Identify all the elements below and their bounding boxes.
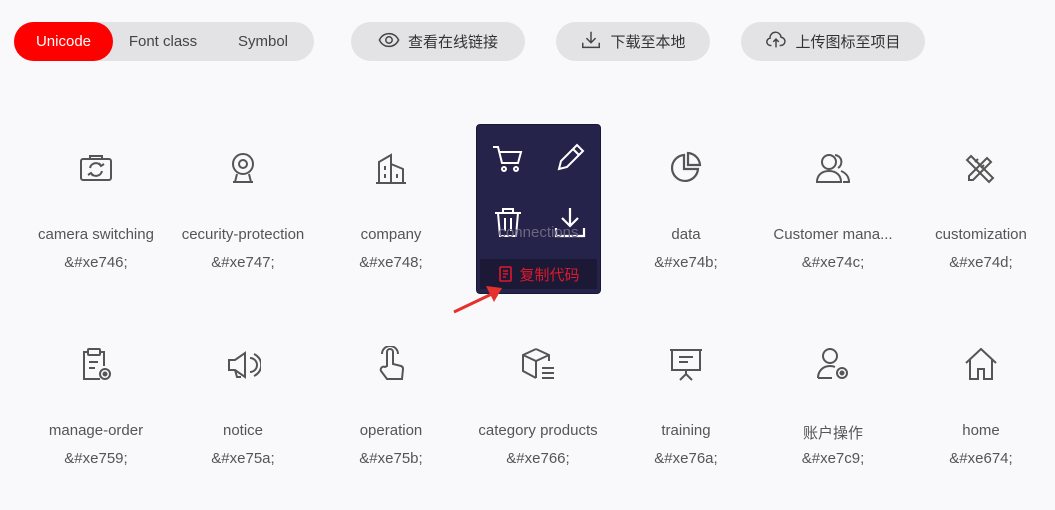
company-icon [373, 150, 409, 186]
download-icon [580, 29, 602, 55]
icon-card[interactable]: camera switching &#xe746; [22, 150, 170, 300]
icon-name: Customer mana... [773, 226, 893, 243]
icon-card[interactable]: notice &#xe75a; [169, 346, 317, 496]
camera-switching-icon [78, 150, 114, 186]
icon-card[interactable]: data &#xe74b; [612, 150, 760, 300]
icon-card[interactable]: category products &#xe766; [464, 346, 612, 496]
manage-order-icon [78, 346, 114, 382]
icon-card[interactable]: Customer mana... &#xe74c; [759, 150, 907, 300]
icon-name: manage-order [48, 422, 144, 439]
icon-code: &#xe747; [211, 254, 275, 271]
icon-code: &#xe674; [949, 450, 1013, 467]
data-icon [668, 150, 704, 186]
icon-name: notice [222, 422, 264, 439]
edit-icon-button[interactable] [553, 141, 587, 175]
icon-card[interactable]: operation &#xe75b; [317, 345, 465, 496]
icon-action-popup: 复制代码 [476, 124, 601, 294]
icon-code: &#xe76a; [654, 450, 718, 467]
eye-icon [378, 29, 400, 55]
icon-name: category products [478, 422, 598, 439]
icon-name: connections [498, 224, 579, 241]
account-operation-icon [815, 346, 851, 382]
icon-name: customization [935, 226, 1027, 243]
tab-unicode[interactable]: Unicode [14, 22, 113, 61]
customer-management-icon [815, 150, 851, 186]
home-icon [963, 346, 999, 382]
tab-font-class[interactable]: Font class [113, 22, 213, 61]
icon-name: company [360, 226, 422, 243]
tab-symbol[interactable]: Symbol [213, 22, 313, 61]
icon-card[interactable]: cecurity-protection &#xe747; [169, 150, 317, 300]
icon-name: home [962, 422, 1000, 439]
download-local-label: 下载至本地 [610, 34, 686, 51]
upload-to-project-button[interactable]: 上传图标至项目 [741, 22, 925, 61]
icon-code: &#xe75b; [359, 450, 423, 467]
icon-card[interactable]: training &#xe76a; [612, 346, 760, 496]
download-local-button[interactable]: 下载至本地 [556, 22, 710, 61]
operation-icon [373, 345, 409, 382]
cart-icon [493, 146, 523, 172]
icon-card[interactable]: 账户操作 &#xe7c9; [759, 346, 907, 496]
add-to-cart-button[interactable] [491, 141, 525, 175]
icon-code: &#xe74b; [654, 254, 718, 271]
icon-name: camera switching [38, 226, 154, 243]
icon-name: cecurity-protection [181, 226, 305, 243]
category-products-icon [520, 346, 556, 382]
icon-card[interactable]: manage-order &#xe759; [22, 346, 170, 496]
copy-code-label: 复制代码 [519, 266, 580, 284]
icon-code: &#xe74c; [801, 254, 865, 271]
icon-code: &#xe75a; [211, 450, 275, 467]
icon-name: 账户操作 [802, 425, 863, 442]
icon-card[interactable]: company &#xe748; [317, 150, 465, 300]
customization-icon [963, 150, 999, 186]
code-type-switch: Unicode Font class Symbol [14, 22, 314, 61]
icon-name: data [671, 226, 701, 243]
icon-card[interactable]: home &#xe674; [907, 346, 1055, 496]
icon-code: &#xe759; [64, 450, 128, 467]
security-protection-icon [225, 150, 261, 186]
edit-icon [557, 143, 585, 171]
view-online-link-label: 查看在线链接 [407, 34, 498, 51]
icon-name: training [661, 422, 711, 439]
icon-name: operation [359, 422, 423, 439]
cloud-upload-icon [765, 29, 787, 55]
icon-code: &#xe7c9; [801, 450, 865, 467]
notice-icon [225, 346, 263, 382]
icon-code: &#xe746; [64, 254, 128, 271]
view-online-link-button[interactable]: 查看在线链接 [351, 22, 525, 61]
upload-to-project-label: 上传图标至项目 [795, 34, 901, 51]
training-icon [668, 346, 704, 382]
icon-code: &#xe74d; [949, 254, 1013, 271]
annotation-arrow-icon [453, 286, 502, 314]
icon-card[interactable]: customization &#xe74d; [907, 150, 1055, 300]
icon-code: &#xe766; [506, 450, 570, 467]
icon-code: &#xe748; [359, 254, 423, 271]
